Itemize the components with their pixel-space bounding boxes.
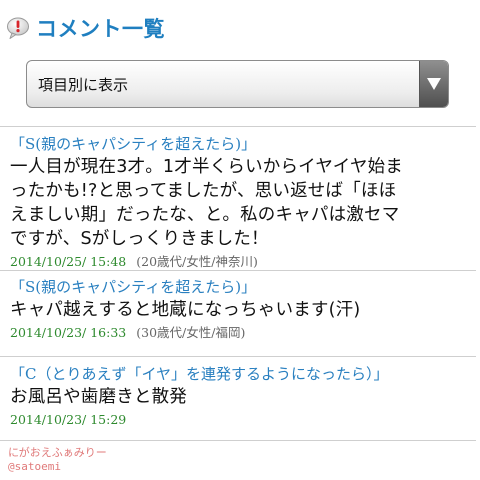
artist-watermark: にがおえふぁみりー @satoemi <box>8 446 107 474</box>
divider <box>0 126 476 127</box>
display-mode-select[interactable]: 項目別に表示 <box>26 60 449 108</box>
comment-body: キャパ越えすると地蔵になっちゃいます(汗) <box>10 300 361 320</box>
divider <box>0 270 476 271</box>
triangle-down-icon <box>427 78 441 90</box>
comment-author: (20歳代/女性/神奈川) <box>136 254 258 269</box>
comment-item: 「C（とりあえず「イヤ」を連発するようになったら）」 お風呂や歯磨きと散発 20… <box>10 364 472 428</box>
watermark-name: にがおえふぁみりー <box>8 446 107 459</box>
comment-meta: 2014/10/23/ 16:33 (30歳代/女性/福岡) <box>10 325 472 341</box>
comment-list-page: コメント一覧 項目別に表示 「S(親のキャパシティを超えたら)」 一人目が現在3… <box>0 0 480 480</box>
divider <box>0 356 476 357</box>
watermark-handle: @satoemi <box>8 460 61 473</box>
comment-title: 「S(親のキャパシティを超えたら)」 <box>10 278 257 296</box>
display-mode-value: 項目別に表示 <box>38 76 129 94</box>
comment-body: お風呂や歯磨きと散発 <box>10 387 187 407</box>
comment-date: 2014/10/23/ 15:29 <box>10 412 127 427</box>
comment-body: 一人目が現在3才。1才半くらいからイヤイヤ始ま ったかも!?と思ってましたが、思… <box>10 157 403 249</box>
comment-title: 「C（とりあえず「イヤ」を連発するようになったら）」 <box>10 365 389 383</box>
page-header: コメント一覧 <box>6 12 165 44</box>
comment-title: 「S(親のキャパシティを超えたら)」 <box>10 135 257 153</box>
comment-meta: 2014/10/23/ 15:29 <box>10 412 472 428</box>
dropdown-button[interactable] <box>419 61 448 107</box>
comment-item: 「S(親のキャパシティを超えたら)」 一人目が現在3才。1才半くらいからイヤイヤ… <box>10 134 472 270</box>
comment-date: 2014/10/25/ 15:48 <box>10 254 127 269</box>
comment-item: 「S(親のキャパシティを超えたら)」 キャパ越えすると地蔵になっちゃいます(汗)… <box>10 277 472 341</box>
comment-author: (30歳代/女性/福岡) <box>136 325 246 340</box>
page-title: コメント一覧 <box>36 17 165 41</box>
comment-meta: 2014/10/25/ 15:48 (20歳代/女性/神奈川) <box>10 254 472 270</box>
speech-bubble-icon <box>7 17 29 39</box>
divider <box>0 440 476 441</box>
comment-date: 2014/10/23/ 16:33 <box>10 325 127 340</box>
